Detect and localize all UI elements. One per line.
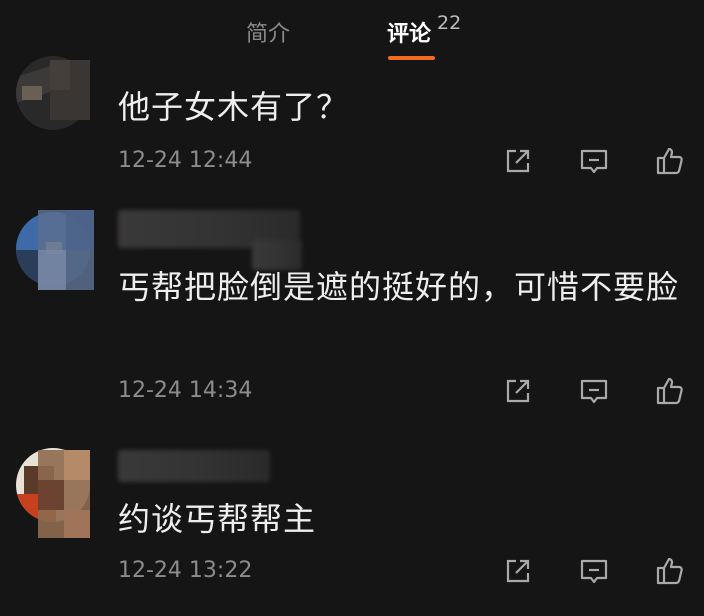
comment-text: 约谈丐帮帮主: [118, 500, 317, 538]
username-redacted: [118, 450, 270, 482]
comment-item: 约谈丐帮帮主 12-24 13:22: [0, 0, 704, 616]
comment-timestamp: 12-24 13:22: [118, 558, 253, 583]
reply-icon[interactable]: [578, 555, 610, 587]
share-icon[interactable]: [502, 555, 534, 587]
like-icon[interactable]: [654, 555, 686, 587]
